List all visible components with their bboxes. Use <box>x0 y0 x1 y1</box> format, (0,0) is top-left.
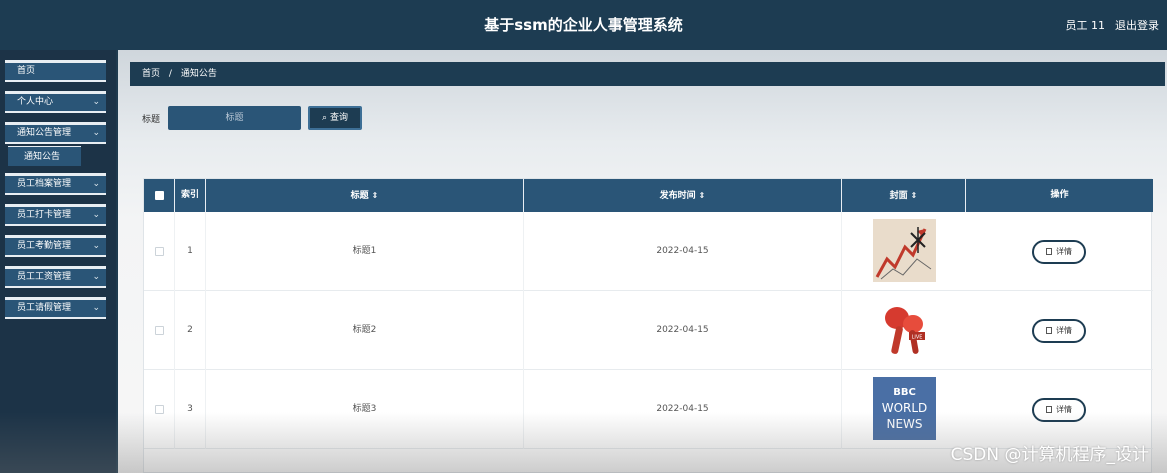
cover-world-text: WORLD <box>882 401 928 415</box>
row-time: 2022-04-15 <box>524 212 842 291</box>
chevron-down-icon: ⌄ <box>92 241 100 251</box>
top-header: 基于ssm的企业人事管理系统 员工 11 退出登录 <box>0 0 1167 50</box>
chevron-down-icon: ⌄ <box>92 97 100 107</box>
row-title: 标题1 <box>206 212 524 291</box>
row-index: 1 <box>175 212 206 291</box>
row-time: 2022-04-15 <box>524 370 842 449</box>
submenu-item-notice[interactable]: 通知公告 <box>8 146 81 166</box>
sort-icon: ⇕ <box>698 191 706 200</box>
search-button-label: 查询 <box>329 113 348 123</box>
sidebar-item-clock-in[interactable]: 员工打卡管理 ⌄ <box>5 204 106 226</box>
app-title: 基于ssm的企业人事管理系统 <box>484 16 683 34</box>
search-label: 标题 <box>142 115 161 125</box>
row-title: 标题3 <box>206 370 524 449</box>
sidebar-item-employee-records[interactable]: 员工档案管理 ⌄ <box>5 173 106 195</box>
sidebar-item-leave[interactable]: 员工请假管理 ⌄ <box>5 297 106 319</box>
submenu-item-label: 通知公告 <box>24 152 61 162</box>
row-checkbox[interactable] <box>155 247 164 256</box>
breadcrumb-home[interactable]: 首页 <box>142 69 160 79</box>
sidebar-item-notice-management[interactable]: 通知公告管理 ⌄ <box>5 122 106 144</box>
logout-link[interactable]: 退出登录 <box>1115 17 1159 33</box>
row-checkbox-cell <box>144 370 175 449</box>
column-header-index: 索引 <box>175 179 206 212</box>
sidebar-item-attendance[interactable]: 员工考勤管理 ⌄ <box>5 235 106 257</box>
sidebar-item-label: 个人中心 <box>17 97 54 107</box>
sidebar-item-label: 员工考勤管理 <box>17 241 72 251</box>
row-time: 2022-04-15 <box>524 291 842 370</box>
chevron-down-icon: ⌄ <box>92 272 100 282</box>
search-button[interactable]: ⌕ 查询 <box>308 106 362 130</box>
sidebar-item-label: 首页 <box>17 66 36 76</box>
notice-table: 索引 标题⇕ 发布时间⇕ 封面⇕ 操作 1 标题1 2022-04-15 <box>143 178 1153 473</box>
table-header: 索引 标题 ⇕ 发布时间 ⇕ 封面 ⇕ 操作 <box>144 179 1153 212</box>
cover-live-text: LIVE <box>912 335 923 341</box>
sidebar-item-label: 员工工资管理 <box>17 272 72 282</box>
watermark: CSDN @计算机程序_设计 <box>950 445 1149 465</box>
column-header-time[interactable]: 发布时间 ⇕ <box>524 179 842 212</box>
search-icon: ⌕ <box>322 113 328 123</box>
breadcrumb-current: 通知公告 <box>180 69 217 79</box>
select-all-checkbox[interactable] <box>155 191 164 200</box>
column-header-title[interactable]: 标题 ⇕ <box>206 179 524 212</box>
table-row: 1 标题1 2022-04-15 详情 <box>144 212 1153 291</box>
sidebar-item-personal-center[interactable]: 个人中心 ⌄ <box>5 91 106 113</box>
microphone-live-cover: LIVE <box>873 298 936 361</box>
row-index: 2 <box>175 291 206 370</box>
sidebar-item-home[interactable]: 首页 <box>5 60 106 82</box>
bbc-world-news-cover: BBC WORLD NEWS <box>873 377 936 440</box>
select-all-header <box>144 179 175 212</box>
sidebar-item-label: 员工打卡管理 <box>17 210 72 220</box>
sidebar-item-label: 通知公告管理 <box>17 128 72 138</box>
sidebar-item-label: 员工请假管理 <box>17 303 72 313</box>
chevron-down-icon: ⌄ <box>92 210 100 220</box>
table-row: 2 标题2 2022-04-15 LIVE 详情 <box>144 291 1153 370</box>
row-checkbox-cell <box>144 291 175 370</box>
sidebar-item-label: 员工档案管理 <box>17 179 72 189</box>
column-header-action: 操作 <box>1050 190 1069 200</box>
chevron-down-icon: ⌄ <box>92 128 100 138</box>
detail-button[interactable]: 详情 <box>1032 240 1086 264</box>
row-index: 3 <box>175 370 206 449</box>
table-row: 3 标题3 2022-04-15 BBC WORLD NEWS 详情 <box>144 370 1153 449</box>
cover-news-text: NEWS <box>886 417 922 431</box>
detail-button[interactable]: 详情 <box>1032 398 1086 422</box>
document-icon <box>1046 248 1052 255</box>
row-checkbox-cell <box>144 212 175 291</box>
chart-arrow-cover <box>873 219 936 282</box>
current-user: 员工 11 <box>1065 19 1106 32</box>
sidebar: 首页 个人中心 ⌄ 通知公告管理 ⌄ 通知公告 员工档案管理 ⌄ 员工打卡管理 … <box>0 50 116 473</box>
document-icon <box>1046 327 1052 334</box>
sort-icon: ⇕ <box>910 191 918 200</box>
document-icon <box>1046 406 1052 413</box>
sidebar-item-salary[interactable]: 员工工资管理 ⌄ <box>5 266 106 288</box>
detail-button[interactable]: 详情 <box>1032 319 1086 343</box>
row-checkbox[interactable] <box>155 405 164 414</box>
row-title: 标题2 <box>206 291 524 370</box>
chevron-down-icon: ⌄ <box>92 179 100 189</box>
chevron-down-icon: ⌄ <box>92 303 100 313</box>
main-content: 首页 / 通知公告 标题 ⌕ 查询 索引 标题⇕ 发布时间⇕ 封面⇕ 操作 <box>118 50 1167 473</box>
search-input[interactable] <box>168 106 301 130</box>
sort-icon: ⇕ <box>371 191 379 200</box>
column-header-cover[interactable]: 封面 ⇕ <box>842 179 966 212</box>
breadcrumb: 首页 / 通知公告 <box>130 62 1165 86</box>
row-checkbox[interactable] <box>155 326 164 335</box>
cover-bbc-text: BBC <box>893 387 916 398</box>
breadcrumb-separator: / <box>168 69 172 79</box>
